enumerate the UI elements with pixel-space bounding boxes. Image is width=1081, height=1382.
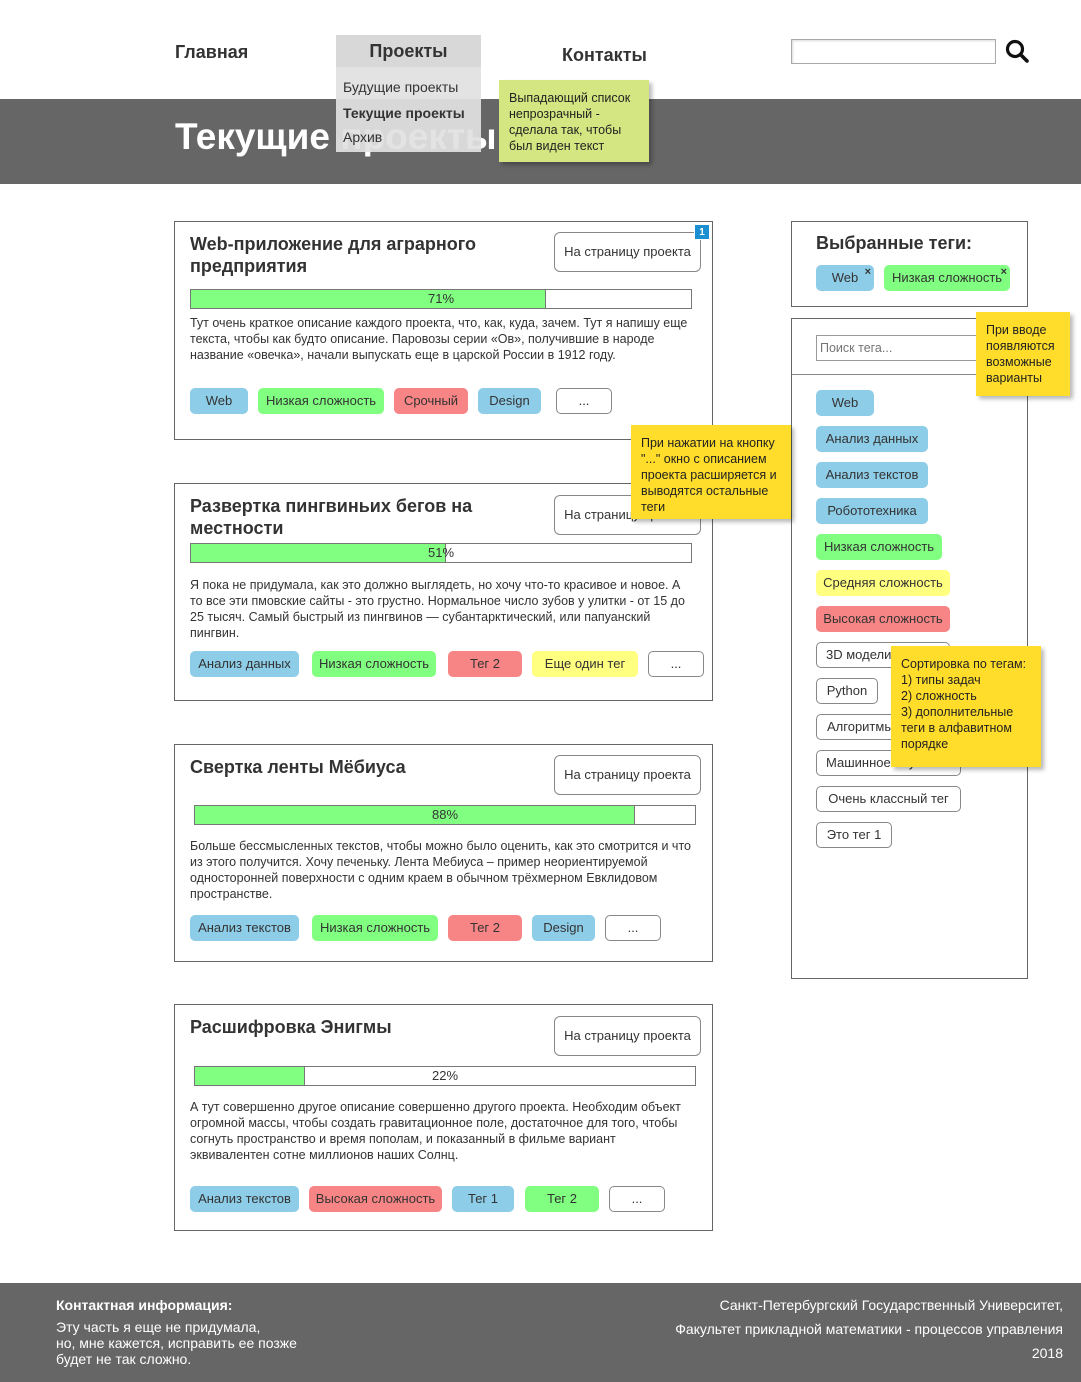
tag-list-item[interactable]: Робототехника xyxy=(816,498,928,524)
progress-bar: 71% xyxy=(190,289,692,309)
tag-list-item[interactable]: Низкая сложность xyxy=(816,534,942,560)
tag-chip[interactable]: Анализ текстов xyxy=(190,915,299,941)
footer-year: 2018 xyxy=(1031,1345,1063,1361)
more-tags-button[interactable]: ... xyxy=(556,388,612,414)
project-page-button[interactable]: На страницу проекта xyxy=(554,1016,701,1056)
dropdown-item-future[interactable]: Будущие проекты xyxy=(343,79,458,95)
project-title: Развертка пингвиньих бегов на местности xyxy=(190,496,473,538)
more-tags-button[interactable]: ... xyxy=(605,915,661,941)
footer: Контактная информация: Эту часть я еще н… xyxy=(0,1283,1081,1382)
tag-chip[interactable]: Еще один тег xyxy=(532,651,638,677)
tag-chip[interactable]: Тег 2 xyxy=(448,651,522,677)
tag-list-item[interactable]: Высокая сложность xyxy=(816,606,950,632)
tag-chip[interactable]: Срочный xyxy=(394,388,468,414)
tag-list-item[interactable]: Анализ текстов xyxy=(816,462,928,488)
tag-list-item[interactable]: Web xyxy=(816,390,874,416)
search-icon[interactable] xyxy=(1004,38,1030,64)
selected-tags-heading: Выбранные теги: xyxy=(816,233,973,253)
note-sorting: Сортировка по тегам: 1) типы задач 2) сл… xyxy=(891,646,1041,767)
more-tags-button[interactable]: ... xyxy=(648,651,704,677)
progress-label: 51% xyxy=(427,545,455,560)
tag-chip[interactable]: Тег 1 xyxy=(452,1186,514,1212)
tag-chip[interactable]: Design xyxy=(478,388,541,414)
tag-chip[interactable]: Низкая сложность xyxy=(258,388,384,414)
tag-chip[interactable]: Тег 2 xyxy=(525,1186,599,1212)
tag-chip[interactable]: Низкая сложность xyxy=(312,915,438,941)
project-card: Web-приложение для аграрного предприятия… xyxy=(174,221,713,440)
nav-contacts[interactable]: Контакты xyxy=(562,45,647,66)
dropdown-item-archive[interactable]: Архив xyxy=(343,129,382,145)
tag-list-item[interactable]: Python xyxy=(816,678,878,704)
project-card: Свертка ленты Мёбиуса На страницу проект… xyxy=(174,744,713,962)
project-card: Расшифровка Энигмы На страницу проекта 2… xyxy=(174,1004,713,1231)
selected-tag-label: Web xyxy=(831,270,859,285)
progress-bar: 22% xyxy=(194,1066,696,1086)
note-dropdown: Выпадающий список непрозрачный - сделала… xyxy=(499,80,649,162)
progress-bar: 88% xyxy=(194,805,696,825)
dropdown-item-current[interactable]: Текущие проекты xyxy=(343,105,465,121)
selected-tags-panel: Выбранные теги: Web × Низкая сложность × xyxy=(791,221,1028,307)
project-title: Расшифровка Энигмы xyxy=(190,1017,392,1037)
remove-tag-icon[interactable]: × xyxy=(865,259,871,285)
tag-chip[interactable]: Web xyxy=(190,388,248,414)
tag-chip[interactable]: Тег 2 xyxy=(448,915,522,941)
project-title: Свертка ленты Мёбиуса xyxy=(190,757,406,777)
comment-badge: 1 xyxy=(694,224,710,240)
tag-list-item[interactable]: Средняя сложность xyxy=(816,570,950,596)
selected-tag-label: Низкая сложность xyxy=(891,270,1003,285)
project-description: А тут совершенно другое описание соверше… xyxy=(190,1100,681,1162)
progress-label: 22% xyxy=(431,1068,459,1083)
projects-dropdown: Будущие проекты Текущие проекты Архив xyxy=(336,67,481,152)
project-description: Тут очень краткое описание каждого проек… xyxy=(190,316,688,362)
note-more-button: При нажатии на кнопку "..." окно с описа… xyxy=(631,425,791,519)
tag-search-input[interactable] xyxy=(816,335,979,361)
footer-heading: Контактная информация: xyxy=(56,1297,233,1313)
remove-tag-icon[interactable]: × xyxy=(1001,259,1007,285)
search-input[interactable] xyxy=(791,39,996,64)
nav-home[interactable]: Главная xyxy=(175,42,248,63)
tag-list-item[interactable]: Очень классный тег xyxy=(816,786,961,812)
footer-faculty: Факультет прикладной математики - процес… xyxy=(675,1321,1063,1337)
footer-text: Эту часть я еще не придумала, но, мне ка… xyxy=(56,1319,297,1367)
progress-bar: 51% xyxy=(190,543,692,563)
tag-chip[interactable]: Design xyxy=(532,915,595,941)
project-description: Я пока не придумала, как это должно выгл… xyxy=(190,578,685,640)
tag-chip[interactable]: Низкая сложность xyxy=(312,651,436,677)
tag-list-item[interactable]: Это тег 1 xyxy=(816,822,892,848)
more-tags-button[interactable]: ... xyxy=(609,1186,665,1212)
project-title: Web-приложение для аграрного предприятия xyxy=(190,234,477,276)
nav-projects[interactable]: Проекты xyxy=(336,35,481,67)
note-search-hint: При вводе появляются возможные варианты xyxy=(976,312,1070,396)
tag-list-item[interactable]: Анализ данных xyxy=(816,426,928,452)
project-page-button[interactable]: На страницу проекта xyxy=(554,755,701,795)
tag-chip[interactable]: Анализ текстов xyxy=(190,1186,299,1212)
progress-label: 71% xyxy=(427,291,455,306)
selected-tag[interactable]: Низкая сложность × xyxy=(884,265,1010,291)
footer-university: Санкт-Петербургский Государственный Унив… xyxy=(719,1297,1063,1313)
progress-label: 88% xyxy=(431,807,459,822)
tag-chip[interactable]: Высокая сложность xyxy=(309,1186,442,1212)
project-description: Больше бессмысленных текстов, чтобы можн… xyxy=(190,839,691,901)
project-page-button[interactable]: На страницу проекта xyxy=(554,232,701,272)
tag-chip[interactable]: Анализ данных xyxy=(190,651,299,677)
selected-tag[interactable]: Web × xyxy=(816,265,874,291)
